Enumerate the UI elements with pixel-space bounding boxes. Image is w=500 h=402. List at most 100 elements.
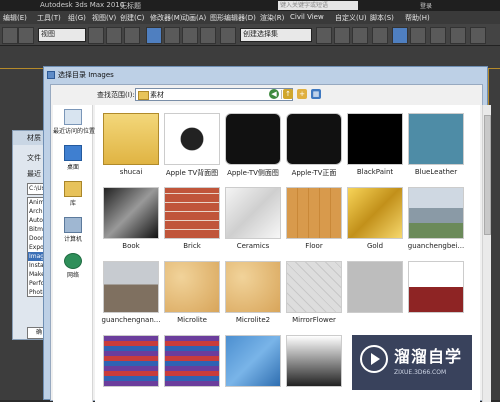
image-thumbnail[interactable]: Apple-TV侧面图 <box>223 111 283 181</box>
thumbnail-image <box>408 187 464 239</box>
image-thumbnail[interactable]: Microlite <box>162 259 222 329</box>
curve-editor-icon[interactable] <box>372 27 388 44</box>
folder-icon <box>103 113 159 165</box>
named-selection-set-select[interactable]: 创建选择集 <box>240 28 312 42</box>
reference-coordinate-select[interactable]: 视图 <box>38 28 86 42</box>
thumbnail-image <box>408 113 464 165</box>
file-name: Brick <box>183 242 201 250</box>
app-title: Autodesk 3ds Max 2016 <box>40 1 125 9</box>
image-thumbnail[interactable]: Gold <box>345 185 405 255</box>
percent-snap-icon[interactable] <box>182 27 198 44</box>
image-thumbnail[interactable]: guanchengnan... <box>101 259 161 329</box>
file-name: Microlite <box>177 316 207 324</box>
thumbnail-image <box>347 187 403 239</box>
image-thumbnail[interactable] <box>406 259 466 329</box>
look-in-label: 查找范围(I): <box>97 91 135 99</box>
undo-icon[interactable] <box>2 27 18 44</box>
place-desktop[interactable]: 桌面 <box>53 145 93 171</box>
menu-civil-view[interactable]: Civil View <box>290 13 324 21</box>
file-name: Apple-TV正面 <box>291 169 337 177</box>
place-label: 桌面 <box>66 164 79 171</box>
places-bar: 最近访问的位置 桌面 库 计算机 网络 <box>53 105 95 402</box>
menu-graph-editors[interactable]: 图形编辑器(D) <box>210 13 256 23</box>
thumbnail-image <box>286 187 342 239</box>
folder-item[interactable]: shucai <box>101 111 161 181</box>
thumbnail-image <box>408 261 464 313</box>
menu-create[interactable]: 创建(C) <box>120 13 144 23</box>
menu-scripting[interactable]: 脚本(S) <box>370 13 394 23</box>
dialog-title: 选择目录 Images <box>58 71 114 79</box>
login-button[interactable]: 登录 <box>420 1 432 10</box>
scrollbar-thumb[interactable] <box>484 115 491 235</box>
menu-group[interactable]: 组(G) <box>68 13 86 23</box>
menu-help[interactable]: 帮助(H) <box>405 13 430 23</box>
thumbnail-image <box>225 261 281 313</box>
image-thumbnail[interactable]: guanchengbei... <box>406 185 466 255</box>
menu-views[interactable]: 视图(V) <box>92 13 116 23</box>
image-thumbnail[interactable]: Floor <box>284 185 344 255</box>
image-thumbnail[interactable] <box>101 333 161 402</box>
image-thumbnail[interactable]: BlueLeather <box>406 111 466 181</box>
select-object-icon[interactable] <box>88 27 104 44</box>
mirror-icon[interactable] <box>316 27 332 44</box>
image-thumbnail[interactable] <box>345 259 405 329</box>
angle-snap-icon[interactable] <box>164 27 180 44</box>
image-thumbnail[interactable]: Apple-TV正面 <box>284 111 344 181</box>
menu-customize[interactable]: 自定义(U) <box>335 13 367 23</box>
menu-bar: 编辑(E) 工具(T) 组(G) 视图(V) 创建(C) 修改器(M) 动画(A… <box>0 11 500 24</box>
menu-modifiers[interactable]: 修改器(M) <box>150 13 183 23</box>
menu-rendering[interactable]: 渲染(R) <box>260 13 284 23</box>
image-thumbnail[interactable]: Apple TV背面图 <box>162 111 222 181</box>
back-icon[interactable]: ◀ <box>269 89 279 99</box>
place-computer[interactable]: 计算机 <box>53 217 93 243</box>
render-setup-icon[interactable] <box>430 27 446 44</box>
image-thumbnail[interactable]: Book <box>101 185 161 255</box>
menu-tools[interactable]: 工具(T) <box>37 13 61 23</box>
menu-animation[interactable]: 动画(A) <box>182 13 206 23</box>
image-thumbnail[interactable]: Brick <box>162 185 222 255</box>
file-name: Book <box>122 242 140 250</box>
spinner-snap-icon[interactable] <box>200 27 216 44</box>
image-thumbnail[interactable] <box>223 333 283 402</box>
folder-icon <box>138 91 149 100</box>
snap-icon[interactable] <box>146 27 162 44</box>
file-name: Ceramics <box>236 242 270 250</box>
thumbnail-image <box>347 113 403 165</box>
thumbnail-image <box>164 261 220 313</box>
main-toolbar: 视图 创建选择集 <box>0 24 500 46</box>
image-thumbnail[interactable]: BlackPaint <box>345 111 405 181</box>
layer-icon[interactable] <box>352 27 368 44</box>
file-name: BlueLeather <box>414 168 458 176</box>
place-recent[interactable]: 最近访问的位置 <box>53 109 95 135</box>
image-thumbnail[interactable] <box>162 333 222 402</box>
up-folder-icon[interactable]: ↑ <box>283 89 293 99</box>
image-thumbnail[interactable]: Microlite2 <box>223 259 283 329</box>
view-menu-icon[interactable]: ▦ <box>311 89 321 99</box>
help-search-input[interactable]: 键入关键字或短语 <box>278 1 358 10</box>
rendered-frame-icon[interactable] <box>450 27 466 44</box>
play-logo-icon <box>360 345 388 373</box>
move-icon[interactable] <box>106 27 122 44</box>
file-name: guanchengnan... <box>101 316 161 324</box>
image-thumbnail[interactable] <box>284 333 344 402</box>
image-thumbnail[interactable]: Ceramics <box>223 185 283 255</box>
schematic-view-icon[interactable] <box>392 27 408 44</box>
redo-icon[interactable] <box>18 27 34 44</box>
place-network[interactable]: 网络 <box>53 253 93 279</box>
place-label: 网络 <box>66 272 79 279</box>
rotate-icon[interactable] <box>124 27 140 44</box>
new-folder-icon[interactable]: + <box>297 89 307 99</box>
image-thumbnail[interactable]: MirrorFlower <box>284 259 344 329</box>
align-icon[interactable] <box>334 27 350 44</box>
desktop-icon <box>64 145 82 161</box>
thumbnail-image <box>347 261 403 313</box>
place-libraries[interactable]: 库 <box>53 181 93 207</box>
thumbnail-image <box>103 187 159 239</box>
render-icon[interactable] <box>470 27 486 44</box>
thumbnail-image <box>225 335 281 387</box>
edit-named-selection-icon[interactable] <box>220 27 236 44</box>
grid-scrollbar[interactable] <box>482 105 491 402</box>
material-editor-icon[interactable] <box>410 27 426 44</box>
recent-label: 最近 <box>27 170 41 178</box>
menu-edit[interactable]: 编辑(E) <box>3 13 27 23</box>
